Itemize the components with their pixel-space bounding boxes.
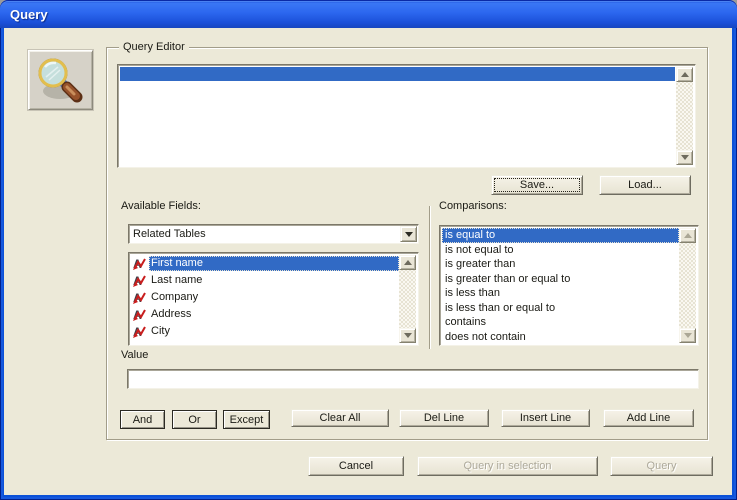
query-list-scrollbar[interactable]: [676, 67, 693, 165]
dialog-body: Query Editor Save... Load... Available F…: [4, 28, 732, 495]
section-divider: [429, 206, 430, 349]
comparison-item[interactable]: is greater than: [442, 257, 679, 272]
related-tables-dropdown[interactable]: Related Tables: [128, 224, 419, 244]
query-dialog: Query Query Editor: [0, 0, 737, 500]
comparison-item[interactable]: is greater than or equal to: [442, 272, 679, 287]
field-list-item[interactable]: A Address: [131, 306, 399, 323]
scroll-down-button[interactable]: [679, 328, 696, 343]
field-icon: A: [133, 291, 146, 304]
scroll-down-button[interactable]: [676, 150, 693, 165]
titlebar[interactable]: Query: [0, 0, 737, 28]
arrow-up-icon: [681, 72, 689, 77]
value-label: Value: [121, 349, 148, 362]
field-label: Address: [149, 307, 399, 322]
arrow-down-icon: [684, 333, 692, 338]
or-button[interactable]: Or: [172, 410, 217, 429]
field-icon: A: [133, 342, 146, 343]
clear-all-button[interactable]: Clear All: [291, 409, 389, 427]
selected-query-line[interactable]: [120, 67, 675, 81]
comparison-item[interactable]: is not equal to: [442, 243, 679, 258]
save-button[interactable]: Save...: [491, 175, 583, 195]
except-button[interactable]: Except: [223, 410, 270, 429]
scroll-up-button[interactable]: [399, 255, 416, 270]
del-line-button[interactable]: Del Line: [399, 409, 489, 427]
window-title: Query: [10, 7, 48, 22]
value-input[interactable]: [127, 369, 699, 389]
comparison-item[interactable]: is equal to: [442, 228, 679, 243]
scroll-down-button[interactable]: [399, 328, 416, 343]
dialog-icon-tile: [28, 50, 93, 110]
fields-list[interactable]: A First name A Last name A Company A Add…: [128, 252, 419, 346]
cancel-button[interactable]: Cancel: [308, 456, 404, 476]
comparisons-scrollbar[interactable]: [679, 228, 696, 343]
query-in-selection-button[interactable]: Query in selection: [417, 456, 598, 476]
field-label: Last name: [149, 273, 399, 288]
field-icon: A: [133, 274, 146, 287]
chevron-down-icon: [405, 232, 413, 237]
comparison-item[interactable]: is less than: [442, 286, 679, 301]
fields-list-rows: A First name A Last name A Company A Add…: [131, 255, 399, 343]
scroll-up-button[interactable]: [679, 228, 696, 243]
arrow-up-icon: [684, 233, 692, 238]
query-editor-group: Query Editor Save... Load... Available F…: [106, 47, 708, 440]
query-button[interactable]: Query: [610, 456, 713, 476]
field-list-item[interactable]: A Last name: [131, 272, 399, 289]
comparison-item[interactable]: does not contain: [442, 330, 679, 344]
field-list-item-partial[interactable]: A: [131, 340, 399, 343]
scroll-up-button[interactable]: [676, 67, 693, 82]
field-list-item[interactable]: A City: [131, 323, 399, 340]
field-icon: A: [133, 308, 146, 321]
field-label: First name: [149, 256, 399, 271]
and-button[interactable]: And: [120, 410, 165, 429]
comparison-item[interactable]: contains: [442, 315, 679, 330]
fields-list-scrollbar[interactable]: [399, 255, 416, 343]
query-editor-group-title: Query Editor: [119, 40, 189, 54]
field-label: City: [149, 324, 399, 339]
load-button[interactable]: Load...: [599, 175, 691, 195]
dropdown-button[interactable]: [400, 226, 417, 242]
insert-line-button[interactable]: Insert Line: [501, 409, 590, 427]
query-lines-list[interactable]: [117, 64, 696, 168]
field-list-item[interactable]: A First name: [131, 255, 399, 272]
field-label: Company: [149, 290, 399, 305]
arrow-down-icon: [681, 155, 689, 160]
available-fields-label: Available Fields:: [121, 200, 201, 213]
field-icon: A: [133, 257, 146, 270]
comparisons-list-rows: is equal to is not equal to is greater t…: [442, 228, 679, 343]
dropdown-selected-value: Related Tables: [133, 228, 396, 241]
add-line-button[interactable]: Add Line: [603, 409, 694, 427]
field-icon: A: [133, 325, 146, 338]
comparisons-label: Comparisons:: [439, 200, 507, 213]
comparisons-list[interactable]: is equal to is not equal to is greater t…: [439, 225, 699, 346]
svg-text:A: A: [133, 342, 142, 343]
arrow-down-icon: [404, 333, 412, 338]
arrow-up-icon: [404, 260, 412, 265]
field-list-item[interactable]: A Company: [131, 289, 399, 306]
magnifier-icon: [34, 55, 88, 105]
comparison-item[interactable]: is less than or equal to: [442, 301, 679, 316]
